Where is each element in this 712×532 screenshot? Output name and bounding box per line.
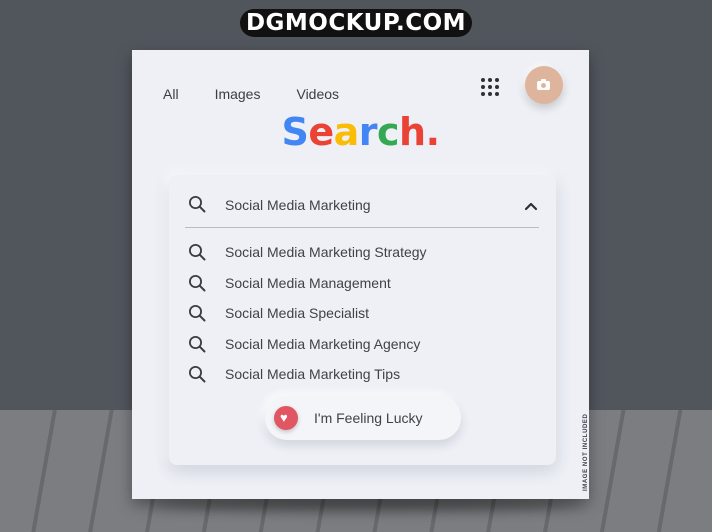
- logo-letter: r: [358, 110, 378, 154]
- search-icon: [188, 304, 206, 322]
- image-not-included-note: IMAGE NOT INCLUDED: [583, 413, 589, 491]
- search-icon: [188, 243, 206, 261]
- grid-icon[interactable]: [481, 78, 499, 96]
- tab-images[interactable]: Images: [215, 86, 261, 102]
- suggestion-item[interactable]: Social Media Management: [169, 267, 556, 297]
- logo-letter: h: [399, 110, 426, 154]
- search-logo: Search.: [132, 110, 589, 154]
- suggestion-label: Social Media Marketing Strategy: [225, 244, 427, 260]
- suggestion-item[interactable]: Social Media Specialist: [169, 297, 556, 327]
- camera-button[interactable]: [525, 66, 563, 104]
- search-input[interactable]: Social Media Marketing: [169, 175, 556, 231]
- suggestion-label: Social Media Marketing Tips: [225, 366, 401, 382]
- suggestion-label: Social Media Specialist: [225, 305, 369, 321]
- poster-shadow: [150, 497, 580, 511]
- tab-all[interactable]: All: [163, 86, 179, 102]
- search-panel: Social Media Marketing Social Media Mark…: [169, 175, 556, 465]
- logo-letter: S: [281, 110, 309, 154]
- logo-letter: e: [308, 110, 334, 154]
- watermark-text: DGMOCKUP.COM: [239, 9, 473, 37]
- suggestion-item[interactable]: Social Media Marketing Agency: [169, 328, 556, 358]
- search-icon: [188, 195, 206, 213]
- search-icon: [188, 335, 206, 353]
- logo-letter: c: [377, 110, 400, 154]
- heart-icon: ♥: [274, 406, 298, 430]
- search-icon: [188, 365, 206, 383]
- search-poster: All Images Videos Search. Social Media M…: [132, 50, 589, 499]
- suggestion-item[interactable]: Social Media Marketing Tips: [169, 358, 556, 388]
- suggestion-label: Social Media Marketing Agency: [225, 336, 421, 352]
- nav-tabs: All Images Videos: [163, 86, 339, 102]
- feeling-lucky-button[interactable]: ♥ I'm Feeling Lucky: [265, 396, 461, 440]
- search-query: Social Media Marketing: [225, 197, 371, 213]
- feeling-lucky-label: I'm Feeling Lucky: [314, 410, 423, 426]
- logo-letter: .: [425, 110, 440, 154]
- search-divider: [185, 227, 539, 228]
- search-icon: [188, 274, 206, 292]
- watermark: DGMOCKUP.COM: [0, 9, 712, 37]
- tab-videos[interactable]: Videos: [296, 86, 339, 102]
- suggestion-item[interactable]: Social Media Marketing Strategy: [169, 236, 556, 266]
- logo-letter: a: [333, 110, 360, 154]
- suggestion-label: Social Media Management: [225, 275, 391, 291]
- chevron-up-icon[interactable]: [524, 198, 538, 216]
